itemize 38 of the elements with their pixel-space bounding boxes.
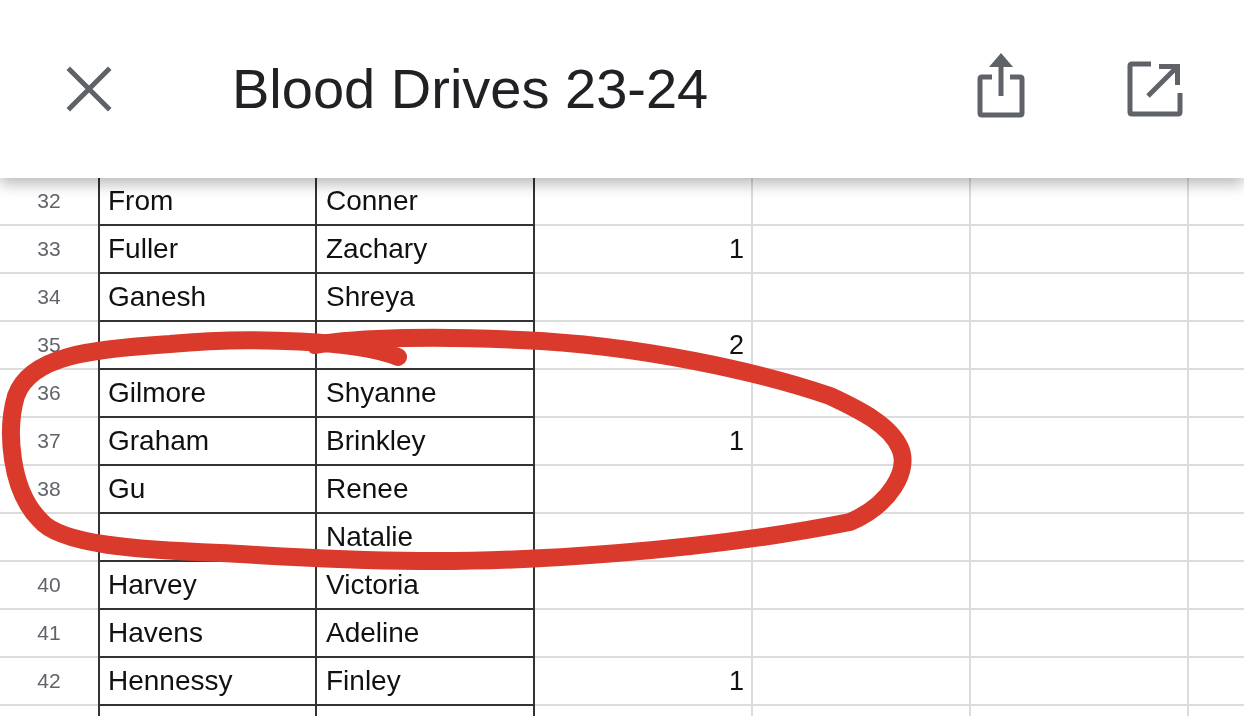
table-cell-text: Finley (325, 664, 402, 698)
row-number: 40 (36, 572, 62, 598)
row-number: 34 (36, 284, 62, 310)
table-cell-text: From (107, 184, 175, 218)
row-number: 36 (36, 380, 62, 406)
table-cell-text: 1 (727, 232, 745, 266)
table-cell-text: Natalie (325, 520, 415, 554)
close-button[interactable] (66, 66, 112, 112)
table-cell-text: 1 (727, 664, 745, 698)
table-cell-text: Shyanne (325, 376, 438, 410)
table-cell-text: Fuller (107, 232, 179, 266)
table-cell-text: Ganesh (107, 280, 208, 314)
row-number: 41 (36, 620, 62, 646)
table-cell-text: Gilmore (107, 376, 207, 410)
table-cell-text: Brinkley (325, 424, 427, 458)
table-cell-text: Conner (325, 184, 419, 218)
table-cell-text: Victoria (325, 568, 420, 602)
row-number: 32 (36, 188, 62, 214)
external-link-icon (1126, 60, 1184, 118)
table-cell-text: Gu (107, 472, 147, 506)
table-cell-text: Havens (107, 616, 204, 650)
row-number: 33 (36, 236, 62, 262)
row-number: 37 (36, 428, 62, 454)
table-cell-text: 1 (727, 424, 745, 458)
table-cell-text: Hennessy (107, 664, 234, 698)
table-cell-text: Graham (107, 424, 211, 458)
row-number: 35 (36, 332, 62, 358)
table-cell-text: 2 (727, 328, 745, 362)
table-cell-text: Adeline (325, 616, 421, 650)
table-cell-text: Zachary (325, 232, 429, 266)
row-number: 42 (36, 668, 62, 694)
table-cell-text: Harvey (107, 568, 198, 602)
table-cell-text: Shreya (325, 280, 416, 314)
open-external-button[interactable] (1126, 60, 1184, 118)
table-cell-text: Renee (325, 472, 410, 506)
document-title: Blood Drives 23-24 (232, 56, 709, 123)
close-icon (66, 66, 112, 112)
row-number: 38 (36, 476, 62, 502)
